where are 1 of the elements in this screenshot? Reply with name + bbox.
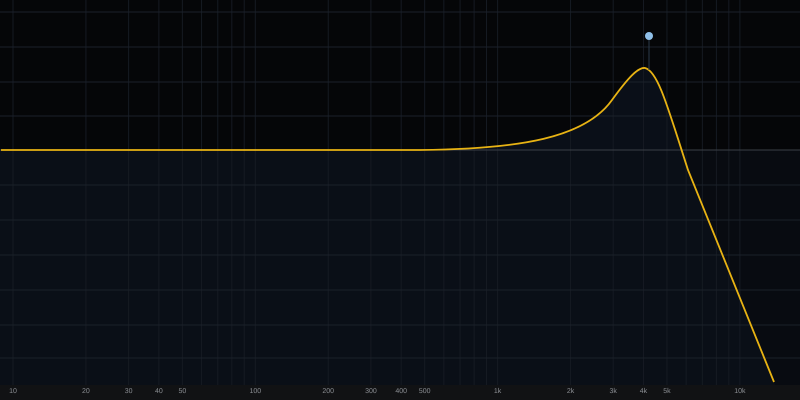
filter-handle[interactable] bbox=[645, 32, 653, 70]
